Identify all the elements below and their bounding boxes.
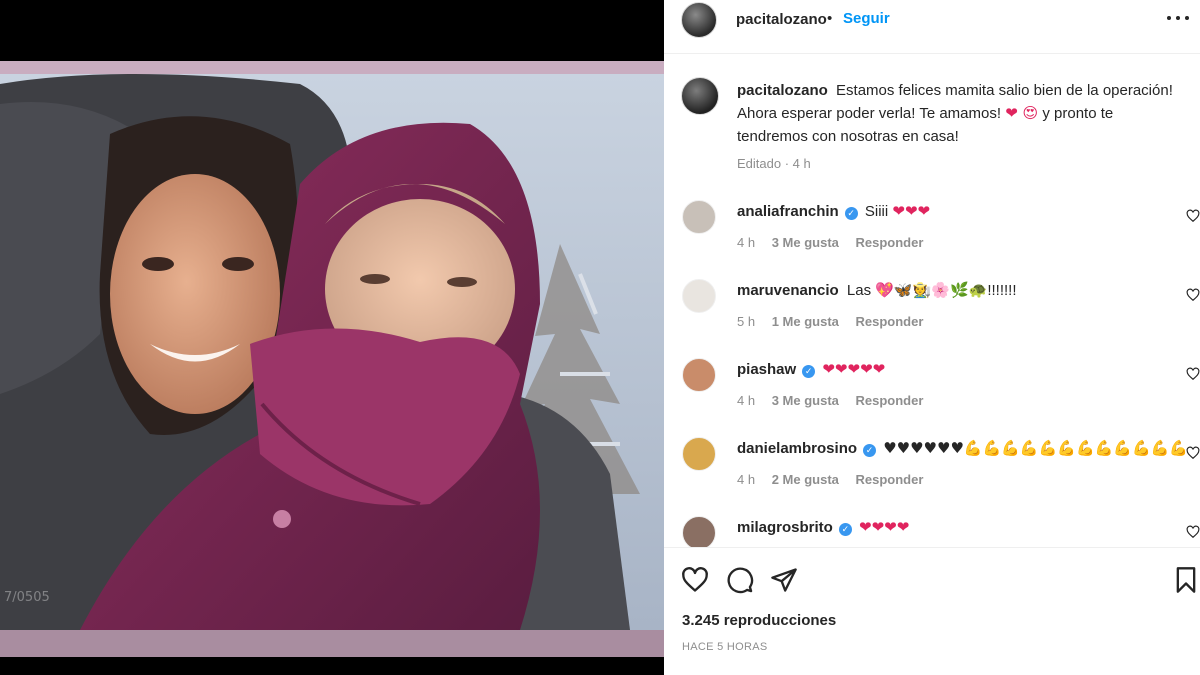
comments-list[interactable]: pacitalozano Estamos felices mamita sali…	[664, 55, 1200, 547]
photo-bottom-strip	[0, 630, 664, 657]
reply-button[interactable]: Responder	[856, 235, 924, 250]
caption-text: pacitalozano Estamos felices mamita sali…	[737, 79, 1187, 148]
comment-meta: 4 h 3 Me gusta Responder	[737, 235, 936, 250]
comment-emoji: ❤❤❤❤❤	[822, 360, 886, 378]
comment-meta: 5 h 1 Me gusta Responder	[737, 314, 936, 329]
like-comment-icon[interactable]	[1186, 367, 1200, 381]
comment-emoji: ❤❤❤	[892, 202, 931, 220]
comment-emoji-muscles: 💪💪💪💪💪💪💪💪💪💪💪💪	[963, 439, 1189, 457]
caption-username[interactable]: pacitalozano	[737, 82, 828, 99]
comment-likes[interactable]: 3 Me gusta	[772, 235, 839, 250]
like-heart-icon[interactable]	[681, 566, 709, 594]
post-timestamp: HACE 5 HORAS	[682, 641, 768, 653]
comment-item: analiafranchin ✓ Siiii ❤❤❤ 4 h 3 Me gusta…	[664, 200, 1200, 270]
commenter-username[interactable]: piashaw	[737, 361, 796, 378]
post-details-panel: pacitalozano • Seguir pacitalozano Estam…	[664, 0, 1200, 675]
photo-illustration	[0, 74, 664, 630]
verified-badge-icon: ✓	[844, 207, 858, 220]
comment-emoji: 💖🦋🧑‍🌾🌸🌿🐢	[875, 281, 988, 299]
comment-likes[interactable]: 3 Me gusta	[772, 393, 839, 408]
comment-meta: 4 h 2 Me gusta Responder	[737, 472, 936, 487]
author-username[interactable]: pacitalozano	[736, 11, 827, 28]
post-actions: 3.245 reproducciones HACE 5 HORAS	[664, 547, 1200, 675]
comment-line: milagrosbrito ✓ ❤❤❤❤	[737, 516, 909, 539]
comment-likes[interactable]: 1 Me gusta	[772, 314, 839, 329]
commenter-username[interactable]: analiafranchin	[737, 203, 839, 220]
comment-time: 4 h	[737, 393, 756, 408]
commenter-avatar[interactable]	[682, 437, 716, 471]
comment-meta: 4 h 3 Me gusta Responder	[737, 393, 936, 408]
follow-button[interactable]: Seguir	[843, 10, 890, 27]
comment-line: maruvenancio Las 💖🦋🧑‍🌾🌸🌿🐢!!!!!!!	[737, 279, 1017, 302]
media-watermark: 7/0505	[4, 590, 50, 605]
commenter-username[interactable]: maruvenancio	[737, 282, 839, 299]
view-count[interactable]: 3.245 reproducciones	[682, 612, 836, 629]
comment-line: analiafranchin ✓ Siiii ❤❤❤	[737, 200, 930, 223]
reply-button[interactable]: Responder	[856, 314, 924, 329]
caption-emoji: ❤ 😍	[1005, 104, 1039, 122]
commenter-username[interactable]: milagrosbrito	[737, 519, 833, 536]
comment-emoji-hearts: ♥♥♥♥♥♥	[883, 439, 964, 457]
comment-time: 4 h	[737, 472, 756, 487]
save-bookmark-icon[interactable]	[1172, 566, 1200, 594]
like-comment-icon[interactable]	[1186, 288, 1200, 302]
comment-item: maruvenancio Las 💖🦋🧑‍🌾🌸🌿🐢!!!!!!! 5 h 1 M…	[664, 279, 1200, 349]
commenter-avatar[interactable]	[682, 200, 716, 234]
commenter-avatar[interactable]	[682, 358, 716, 392]
comment-icon[interactable]	[726, 566, 754, 594]
comment-item: milagrosbrito ✓ ❤❤❤❤	[664, 516, 1200, 547]
comment-likes[interactable]: 2 Me gusta	[772, 472, 839, 487]
verified-badge-icon: ✓	[802, 365, 816, 378]
comment-item: piashaw ✓ ❤❤❤❤❤ 4 h 3 Me gusta Responder	[664, 358, 1200, 428]
comment-text: Siiii	[864, 203, 889, 220]
comment-text: Las	[846, 282, 872, 299]
commenter-avatar[interactable]	[682, 279, 716, 313]
comment-time: 4 h	[737, 235, 756, 250]
post-photo	[0, 74, 664, 630]
commenter-username[interactable]: danielambrosino	[737, 440, 857, 457]
reply-button[interactable]: Responder	[856, 393, 924, 408]
comment-line: piashaw ✓ ❤❤❤❤❤	[737, 358, 885, 381]
post-header: pacitalozano • Seguir	[664, 0, 1200, 54]
commenter-avatar[interactable]	[682, 516, 716, 547]
reply-button[interactable]: Responder	[856, 472, 924, 487]
more-options-icon[interactable]	[1166, 8, 1192, 28]
comment-text-end: !!!!!!!	[987, 282, 1017, 299]
comment-line: danielambrosino ✓ ♥♥♥♥♥♥💪💪💪💪💪💪💪💪💪💪💪💪	[737, 437, 1188, 460]
comment-time: 5 h	[737, 314, 756, 329]
comment-item: danielambrosino ✓ ♥♥♥♥♥♥💪💪💪💪💪💪💪💪💪💪💪💪 4 h …	[664, 437, 1200, 507]
caption-avatar[interactable]	[681, 77, 719, 115]
caption-meta: Editado · 4 h	[737, 156, 811, 171]
like-comment-icon[interactable]	[1186, 446, 1200, 460]
like-comment-icon[interactable]	[1186, 525, 1200, 539]
header-separator: •	[827, 10, 833, 27]
share-icon[interactable]	[770, 566, 798, 594]
verified-badge-icon: ✓	[863, 444, 877, 457]
post-media[interactable]: 7/0505	[0, 0, 664, 675]
like-comment-icon[interactable]	[1186, 209, 1200, 223]
verified-badge-icon: ✓	[838, 523, 852, 536]
author-avatar[interactable]	[681, 2, 717, 38]
comment-emoji: ❤❤❤❤	[859, 518, 910, 536]
